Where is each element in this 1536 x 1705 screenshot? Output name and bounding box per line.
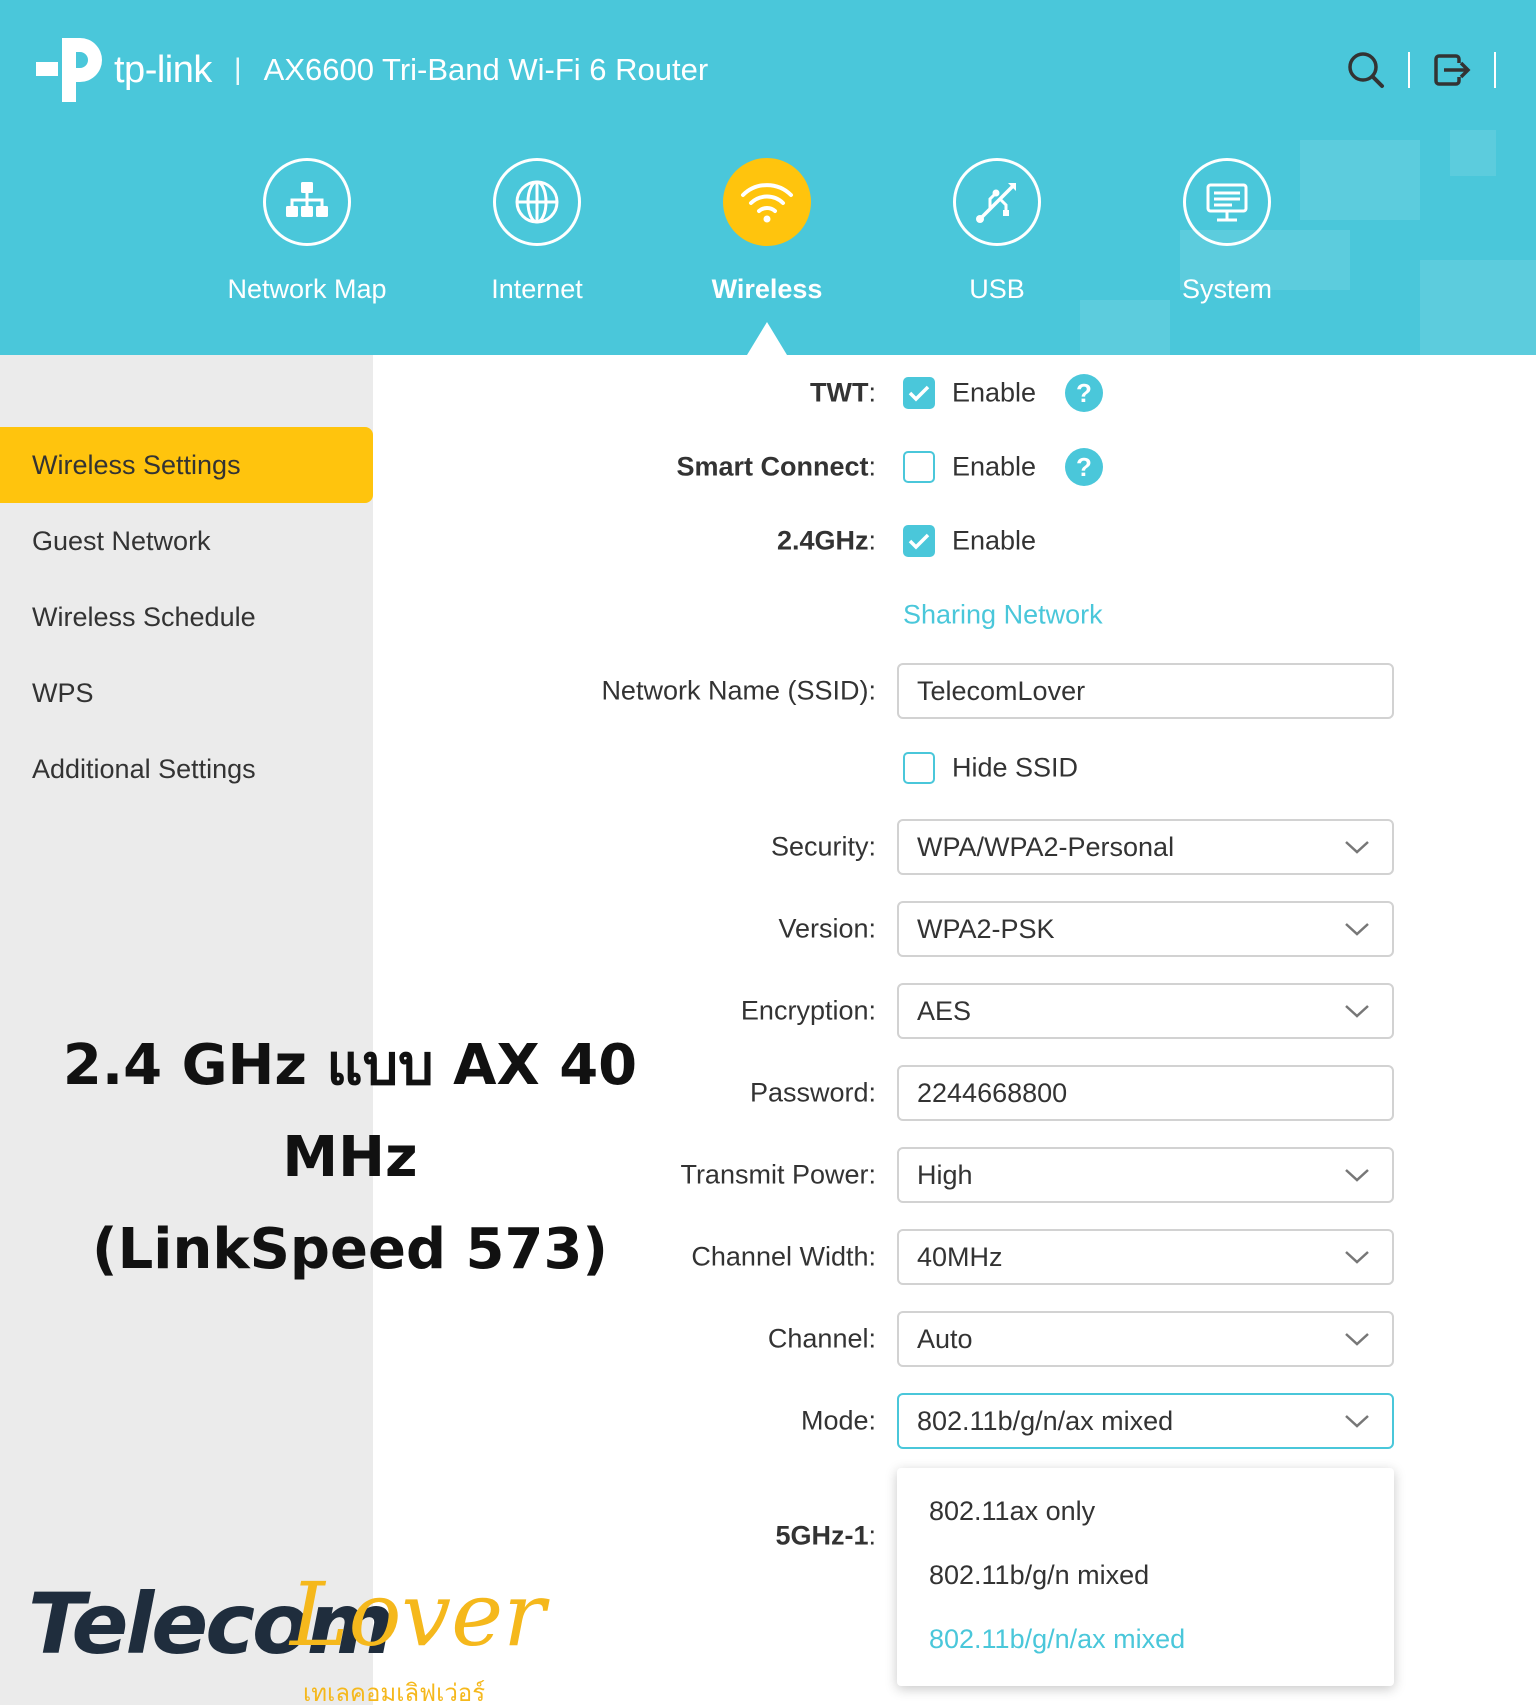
mode-dropdown-menu: 802.11ax only 802.11b/g/n mixed 802.11b/…	[897, 1468, 1394, 1686]
security-row: Security: WPA/WPA2-Personal	[373, 819, 1536, 875]
channel-label: Channel:	[767, 1323, 876, 1354]
twt-label: TWT:	[810, 377, 876, 408]
password-input[interactable]	[917, 1077, 1345, 1109]
encryption-value: AES	[917, 995, 972, 1026]
checkmark-icon	[908, 385, 930, 402]
transmit-power-value: High	[917, 1159, 973, 1190]
mode-option-ax-only[interactable]: 802.11ax only	[929, 1496, 1095, 1527]
twt-checkbox[interactable]	[903, 377, 935, 409]
chevron-down-icon	[1345, 1169, 1369, 1182]
channel-value: Auto	[917, 1323, 973, 1354]
channel-width-label: Channel Width:	[691, 1241, 876, 1272]
version-select[interactable]: WPA2-PSK	[897, 901, 1394, 957]
smart-connect-row: Smart Connect: Enable ?	[373, 439, 1536, 495]
mode-option-bgn-mixed[interactable]: 802.11b/g/n mixed	[929, 1560, 1149, 1591]
security-select[interactable]: WPA/WPA2-Personal	[897, 819, 1394, 875]
caption-line-1: 2.4 GHz แบบ AX 40 MHz	[62, 1033, 638, 1190]
title-separator: |	[233, 53, 242, 86]
security-value: WPA/WPA2-Personal	[917, 831, 1175, 862]
sidebar-item-wireless-schedule[interactable]: Wireless Schedule	[0, 579, 373, 655]
twt-help-icon[interactable]: ?	[1065, 374, 1103, 412]
globe-icon	[515, 180, 559, 224]
watermark-thai: เทเลคอมเลิฟเว่อร์	[303, 1680, 486, 1705]
tp-link-logo[interactable]: tp-link | AX6600 Tri-Band Wi-Fi 6 Router	[32, 32, 708, 108]
hide-ssid-label: Hide SSID	[952, 752, 1079, 783]
encryption-label: Encryption:	[740, 995, 876, 1026]
sidebar-item-wps[interactable]: WPS	[0, 655, 373, 731]
ssid-row: Network Name (SSID):	[373, 663, 1536, 719]
caption-line-2: (LinkSpeed 573)	[91, 1217, 609, 1282]
hide-ssid-row: Hide SSID	[373, 740, 1536, 796]
chevron-down-icon	[1345, 841, 1369, 854]
nav-usb[interactable]: USB	[882, 158, 1112, 305]
header-tools	[1346, 50, 1496, 90]
smart-connect-checkbox[interactable]	[903, 451, 935, 483]
chevron-down-icon	[1345, 923, 1369, 936]
ssid-label: Network Name (SSID):	[601, 675, 876, 706]
transmit-power-select[interactable]: High	[897, 1147, 1394, 1203]
band-24ghz-enable-label: Enable	[952, 525, 1037, 556]
hide-ssid-checkbox[interactable]	[903, 752, 935, 784]
ssid-field[interactable]	[897, 663, 1394, 719]
watermark-lover: Lover	[290, 1563, 546, 1666]
search-icon[interactable]	[1346, 50, 1386, 90]
active-nav-pointer	[747, 322, 787, 355]
nav-network-map[interactable]: Network Map	[192, 158, 422, 305]
nav-wireless[interactable]: Wireless	[652, 158, 882, 305]
encryption-select[interactable]: AES	[897, 983, 1394, 1039]
telecomlover-watermark: Telecom Lover เทเลคอมเลิฟเว่อร์	[28, 1563, 545, 1705]
password-label: Password:	[749, 1077, 876, 1108]
transmit-power-label: Transmit Power:	[680, 1159, 876, 1190]
channel-row: Channel: Auto	[373, 1311, 1536, 1367]
sidebar-item-guest-network[interactable]: Guest Network	[0, 503, 373, 579]
smart-connect-enable-label: Enable	[952, 451, 1037, 482]
twt-enable-label: Enable	[952, 377, 1037, 408]
security-label: Security:	[770, 831, 876, 862]
chevron-down-icon	[1345, 1333, 1369, 1346]
wifi-icon	[741, 183, 793, 223]
version-label: Version:	[778, 913, 876, 944]
smart-connect-help-icon[interactable]: ?	[1065, 448, 1103, 486]
usb-icon	[976, 183, 1016, 223]
system-icon	[1206, 183, 1248, 222]
channel-width-value: 40MHz	[917, 1241, 1003, 1272]
band-24ghz-row: 2.4GHz: Enable	[373, 513, 1536, 569]
mode-select[interactable]: 802.11b/g/n/ax mixed	[897, 1393, 1394, 1449]
version-value: WPA2-PSK	[917, 913, 1055, 944]
tp-link-logo-icon	[36, 38, 102, 102]
smart-connect-label: Smart Connect:	[676, 451, 876, 482]
logout-icon[interactable]	[1432, 50, 1472, 90]
caption-overlay: 2.4 GHz แบบ AX 40 MHz (LinkSpeed 573)	[0, 1020, 700, 1296]
page-title: AX6600 Tri-Band Wi-Fi 6 Router	[263, 52, 709, 87]
band-24ghz-checkbox[interactable]	[903, 525, 935, 557]
ssid-input[interactable]	[917, 675, 1345, 707]
sidebar-item-additional-settings[interactable]: Additional Settings	[0, 731, 373, 807]
header-bar: tp-link | AX6600 Tri-Band Wi-Fi 6 Router	[0, 0, 1536, 355]
mode-option-bgnax-mixed[interactable]: 802.11b/g/n/ax mixed	[929, 1624, 1185, 1655]
mode-row: Mode: 802.11b/g/n/ax mixed	[373, 1393, 1536, 1449]
password-field[interactable]	[897, 1065, 1394, 1121]
checkmark-icon	[908, 533, 930, 550]
tool-separator	[1408, 52, 1410, 88]
sharing-network-link[interactable]: Sharing Network	[903, 600, 1103, 631]
main-nav: Network Map Internet Wireless USB System	[0, 158, 1536, 328]
version-row: Version: WPA2-PSK	[373, 901, 1536, 957]
nav-internet[interactable]: Internet	[422, 158, 652, 305]
chevron-down-icon	[1345, 1251, 1369, 1264]
chevron-down-icon	[1345, 1005, 1369, 1018]
chevron-down-icon	[1345, 1415, 1369, 1428]
nav-system[interactable]: System	[1112, 158, 1342, 305]
channel-select[interactable]: Auto	[897, 1311, 1394, 1367]
sharing-network-row: Sharing Network	[373, 587, 1536, 643]
mode-value: 802.11b/g/n/ax mixed	[917, 1405, 1174, 1436]
tool-separator	[1494, 52, 1496, 88]
mode-label: Mode:	[800, 1405, 876, 1436]
twt-row: TWT: Enable ?	[373, 365, 1536, 421]
band-24ghz-label: 2.4GHz:	[776, 525, 876, 556]
band-5ghz1-label: 5GHz-1:	[775, 1520, 876, 1551]
sidebar-item-wireless-settings[interactable]: Wireless Settings	[0, 427, 373, 503]
channel-width-select[interactable]: 40MHz	[897, 1229, 1394, 1285]
brand-name: tp-link	[114, 48, 212, 91]
network-map-icon	[286, 182, 328, 217]
